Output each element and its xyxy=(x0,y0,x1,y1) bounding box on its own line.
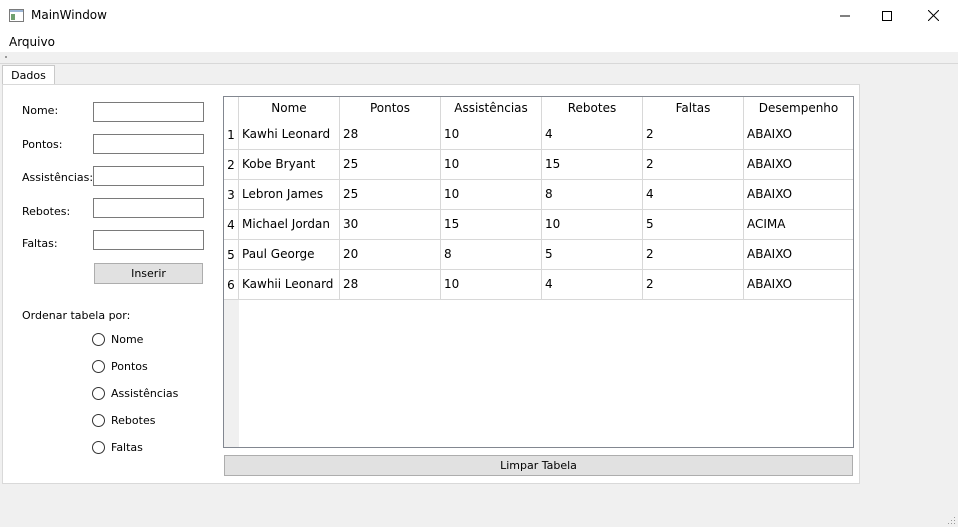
pontos-input[interactable] xyxy=(93,134,204,154)
row-header[interactable]: 2 xyxy=(224,150,239,180)
toolbar-grip[interactable] xyxy=(5,56,7,58)
table-cell[interactable]: Kawhii Leonard xyxy=(239,270,340,300)
table-cell[interactable]: 25 xyxy=(340,180,441,210)
table-cell[interactable]: Kawhi Leonard xyxy=(239,120,340,150)
column-header-rebotes[interactable]: Rebotes xyxy=(542,97,643,121)
radio-icon[interactable] xyxy=(92,440,105,454)
table-cell[interactable]: 15 xyxy=(441,210,542,240)
table-corner-button[interactable] xyxy=(224,97,239,121)
table-cell[interactable]: 4 xyxy=(542,120,643,150)
table-cell[interactable]: 28 xyxy=(340,270,441,300)
app-icon xyxy=(9,9,24,22)
minimize-icon xyxy=(840,15,850,16)
title-bar: MainWindow xyxy=(0,0,958,31)
sort-option-label: Faltas xyxy=(111,440,143,454)
table-cell[interactable]: 10 xyxy=(441,120,542,150)
sort-label: Ordenar tabela por: xyxy=(22,309,131,322)
table-cell[interactable]: 2 xyxy=(643,150,744,180)
table-cell[interactable]: ABAIXO xyxy=(744,240,853,270)
sort-option-label: Pontos xyxy=(111,359,148,373)
rebotes-input[interactable] xyxy=(93,198,204,218)
rebotes-label: Rebotes: xyxy=(22,205,71,218)
table-cell[interactable]: 10 xyxy=(441,180,542,210)
table-cell[interactable]: Kobe Bryant xyxy=(239,150,340,180)
table-cell[interactable]: 2 xyxy=(643,270,744,300)
close-icon xyxy=(927,10,939,21)
radio-icon[interactable] xyxy=(92,386,105,400)
table-cell[interactable]: 5 xyxy=(643,210,744,240)
table-cell[interactable]: Lebron James xyxy=(239,180,340,210)
radio-icon[interactable] xyxy=(92,332,105,346)
table-cell[interactable]: 2 xyxy=(643,120,744,150)
row-header[interactable]: 1 xyxy=(224,120,239,150)
sort-option-pontos[interactable]: Pontos xyxy=(92,358,148,374)
table-cell[interactable]: ACIMA xyxy=(744,210,853,240)
sort-option-assistencias[interactable]: Assistências xyxy=(92,385,178,401)
table-cell[interactable]: 10 xyxy=(441,150,542,180)
window-title: MainWindow xyxy=(31,8,107,22)
table-cell[interactable]: 25 xyxy=(340,150,441,180)
limpar-tabela-button[interactable]: Limpar Tabela xyxy=(224,455,853,476)
close-button[interactable] xyxy=(910,0,956,31)
row-header[interactable]: 4 xyxy=(224,210,239,240)
faltas-input[interactable] xyxy=(93,230,204,250)
table-cell[interactable]: 2 xyxy=(643,240,744,270)
table-cell[interactable]: 10 xyxy=(441,270,542,300)
assistencias-label: Assistências: xyxy=(22,171,94,184)
menu-bar: Arquivo xyxy=(0,31,958,52)
table-cell[interactable]: 15 xyxy=(542,150,643,180)
column-header-faltas[interactable]: Faltas xyxy=(643,97,744,121)
column-header-nome[interactable]: Nome xyxy=(239,97,340,121)
table-cell[interactable]: ABAIXO xyxy=(744,270,853,300)
row-header[interactable]: 3 xyxy=(224,180,239,210)
table-cell[interactable]: 28 xyxy=(340,120,441,150)
column-header-assistencias[interactable]: Assistências xyxy=(441,97,542,121)
table-cell[interactable]: 10 xyxy=(542,210,643,240)
sort-option-rebotes[interactable]: Rebotes xyxy=(92,412,155,428)
maximize-button[interactable] xyxy=(864,0,910,31)
table-cell[interactable]: 4 xyxy=(643,180,744,210)
sort-option-nome[interactable]: Nome xyxy=(92,331,143,347)
radio-icon[interactable] xyxy=(92,359,105,373)
players-table[interactable]: Nome Pontos Assistências Rebotes Faltas … xyxy=(223,96,854,448)
inserir-button[interactable]: Inserir xyxy=(94,263,203,284)
table-cell[interactable]: Paul George xyxy=(239,240,340,270)
faltas-label: Faltas: xyxy=(22,237,58,250)
nome-label: Nome: xyxy=(22,104,59,117)
sort-option-label: Nome xyxy=(111,332,144,346)
column-header-pontos[interactable]: Pontos xyxy=(340,97,441,121)
row-header[interactable]: 5 xyxy=(224,240,239,270)
menu-arquivo[interactable]: Arquivo xyxy=(9,35,55,49)
table-cell[interactable]: ABAIXO xyxy=(744,120,853,150)
resize-grip-icon[interactable] xyxy=(946,515,956,525)
sort-option-label: Rebotes xyxy=(111,413,156,427)
minimize-button[interactable] xyxy=(822,0,868,31)
table-cell[interactable]: 8 xyxy=(441,240,542,270)
radio-icon[interactable] xyxy=(92,413,105,427)
table-cell[interactable]: 20 xyxy=(340,240,441,270)
sort-option-faltas[interactable]: Faltas xyxy=(92,439,143,455)
pontos-label: Pontos: xyxy=(22,138,63,151)
tab-dados[interactable]: Dados xyxy=(2,65,55,85)
table-cell[interactable]: 30 xyxy=(340,210,441,240)
row-header[interactable]: 6 xyxy=(224,270,239,300)
sort-option-label: Assistências xyxy=(111,386,179,400)
toolbar-area xyxy=(0,52,958,64)
table-cell[interactable]: 4 xyxy=(542,270,643,300)
table-cell[interactable]: ABAIXO xyxy=(744,150,853,180)
table-cell[interactable]: ABAIXO xyxy=(744,180,853,210)
maximize-icon xyxy=(882,10,892,21)
assistencias-input[interactable] xyxy=(93,166,204,186)
table-cell[interactable]: 5 xyxy=(542,240,643,270)
column-header-desempenho[interactable]: Desempenho xyxy=(744,97,853,121)
nome-input[interactable] xyxy=(93,102,204,122)
table-cell[interactable]: 8 xyxy=(542,180,643,210)
table-cell[interactable]: Michael Jordan xyxy=(239,210,340,240)
